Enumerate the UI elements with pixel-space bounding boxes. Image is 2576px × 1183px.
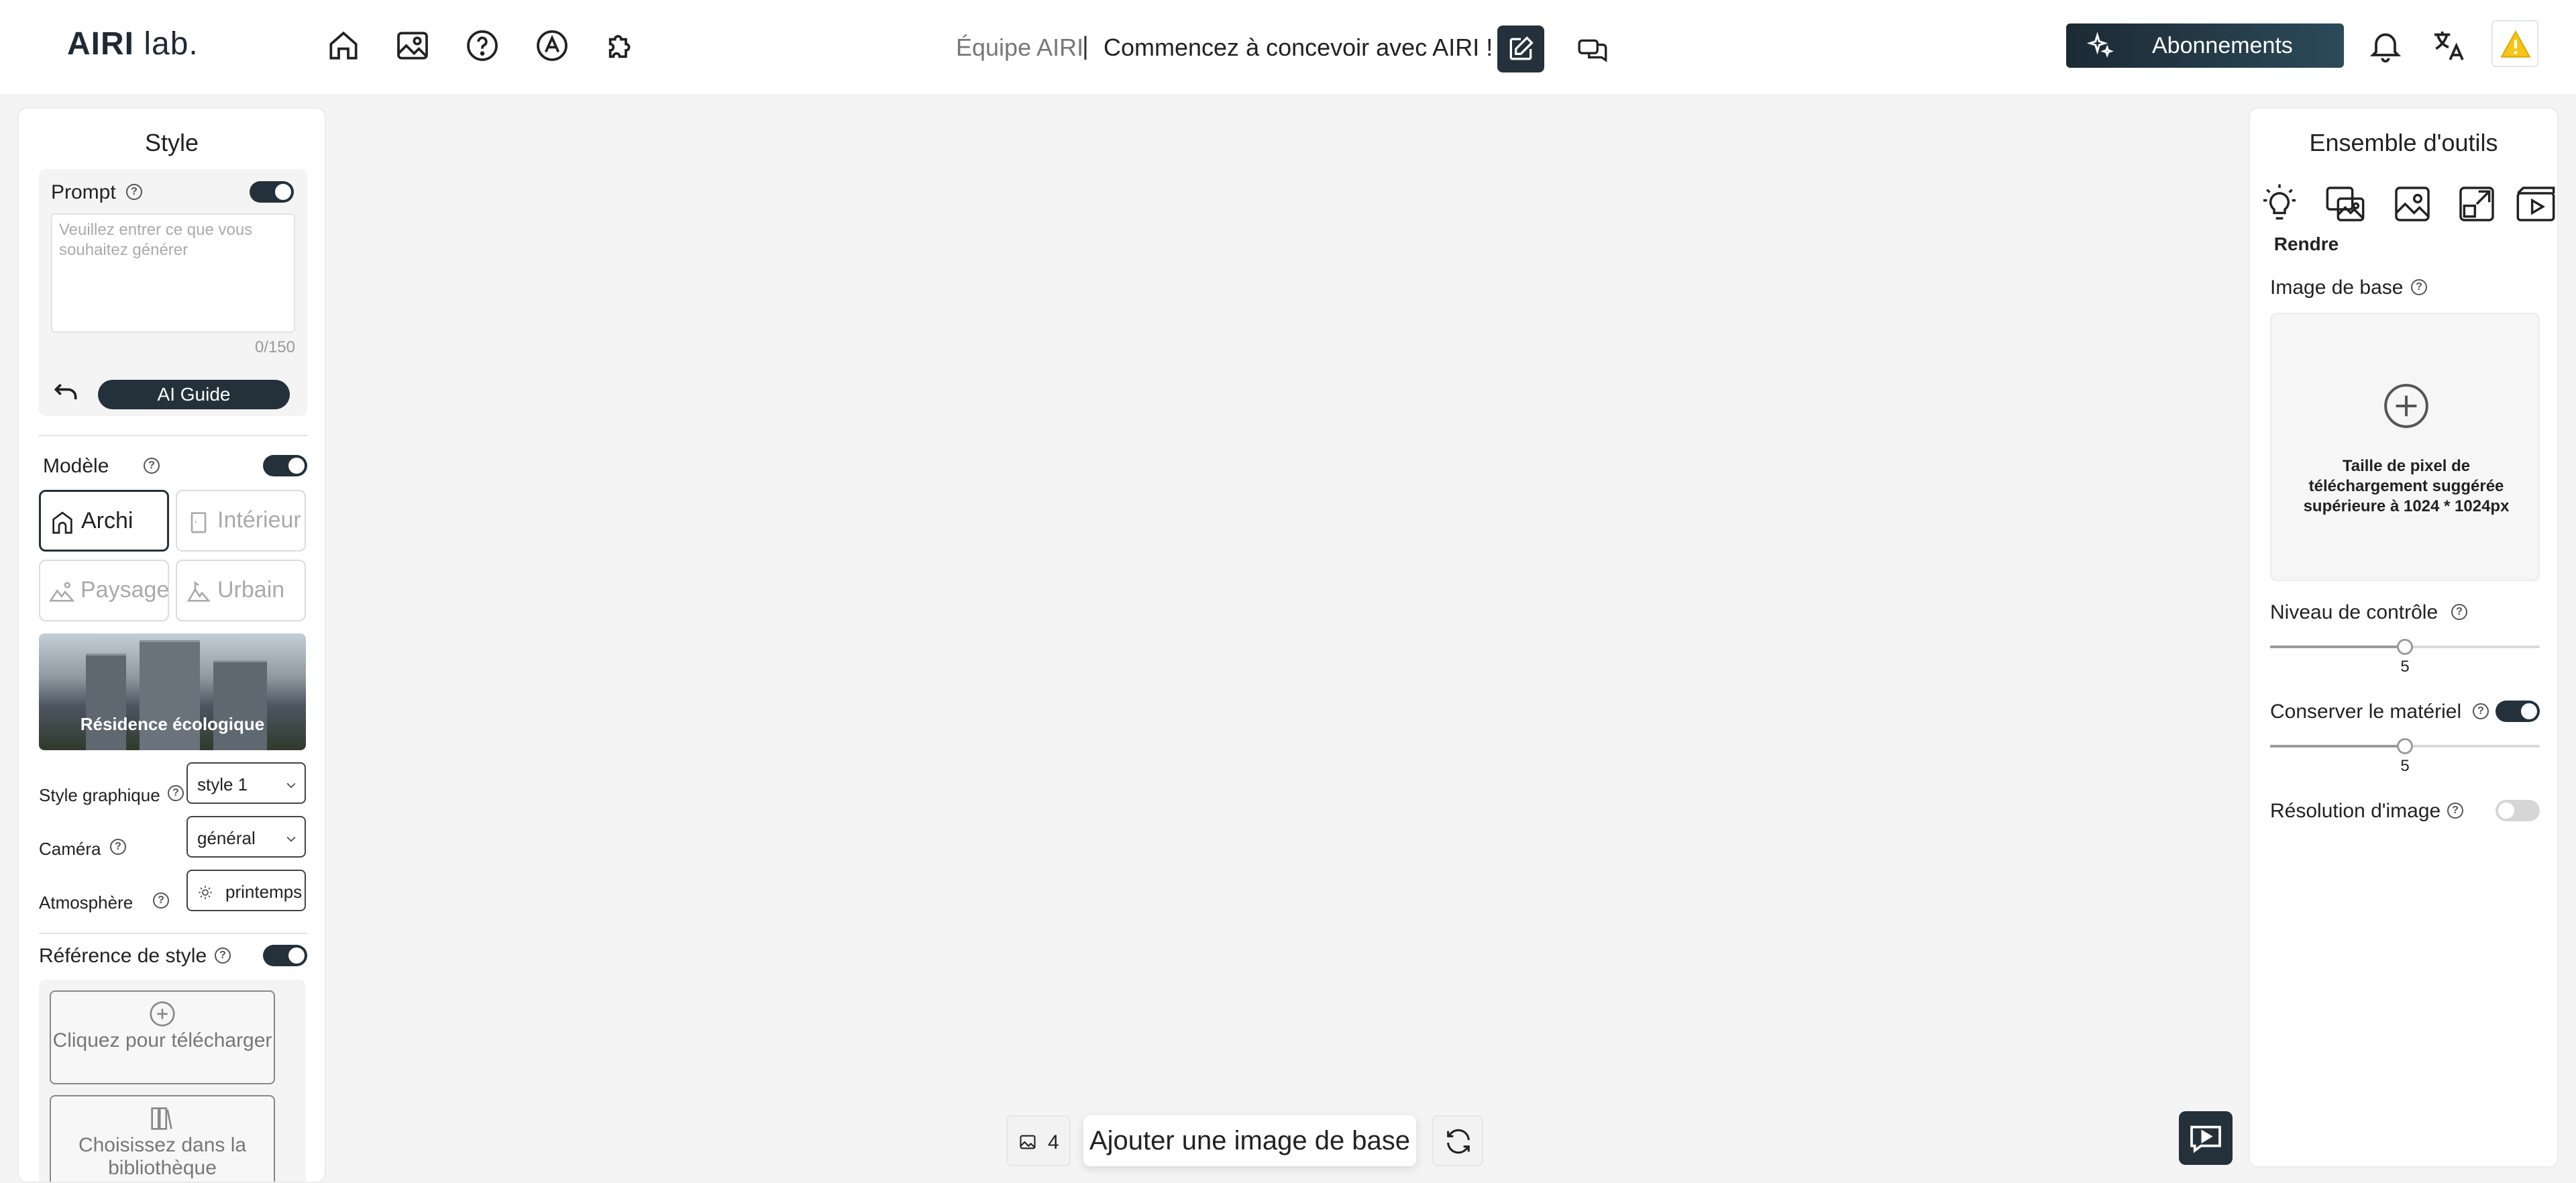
upload-hint: Taille de pixel de téléchargement suggér… [2303,457,2510,515]
render-icon[interactable] [2324,183,2367,225]
video-chat-icon [2190,1125,2221,1153]
edit-button[interactable] [1497,25,1544,72]
help-icon[interactable]: ? [168,785,184,801]
style-card-image[interactable]: Résidence écologique [39,633,306,750]
help-icon[interactable]: ? [144,458,160,474]
prompt-counter: 0/150 [254,338,295,356]
ai-icon[interactable] [533,27,571,64]
arch-icon [52,511,72,534]
help-icon[interactable]: ? [2411,279,2427,295]
urban-icon [186,581,211,602]
style-reference-toggle[interactable] [263,945,307,966]
model-landscape-button[interactable]: Paysage [39,560,169,621]
translate-icon[interactable] [2430,27,2467,64]
help-icon[interactable]: ? [2447,803,2463,819]
library-icon [151,1107,172,1130]
camera-select[interactable]: général [186,816,306,858]
divider [39,435,307,436]
style-reference-upload: Cliquez pour télécharger Choisissez dans… [39,980,306,1182]
sun-icon [199,886,212,899]
tutorial-video-button[interactable] [2179,1111,2233,1165]
keep-material-slider[interactable] [2270,738,2540,754]
chat-icon[interactable] [1576,34,1610,67]
plus-circle-icon [2384,384,2428,428]
team-name: Équipe AIRI [956,34,1084,61]
toolset-panel: Ensemble d'outils Rendre Image de base ?… [2249,107,2559,1168]
control-level-value: 5 [2400,658,2410,676]
help-icon[interactable]: ? [110,839,126,855]
upload-button[interactable]: Cliquez pour télécharger [50,990,275,1084]
model-archi-button[interactable]: Archi [39,490,169,552]
bulb-icon[interactable] [2258,183,2301,225]
app-logo[interactable]: AIRI lab. [67,25,199,62]
chevron-down-icon [286,782,296,788]
library-button[interactable]: Choisissez dans la bibliothèque [50,1095,275,1182]
graphic-style-label: Style graphique [39,785,160,805]
prompt-input[interactable]: Veuillez entrer ce que vous souhaitez gé… [51,213,295,333]
plus-circle-icon [150,1001,175,1027]
model-label: Modèle [43,455,109,477]
building-shape [86,654,126,750]
prompt-label: Prompt [51,181,116,203]
plugin-icon[interactable] [602,27,640,64]
image-icon[interactable] [2391,183,2434,225]
keep-material-value: 5 [2400,757,2410,775]
graphic-style-select[interactable]: style 1 [186,762,306,804]
expand-icon[interactable] [2455,183,2498,225]
image-resolution-toggle[interactable] [2496,800,2540,821]
image-resolution-label: Résolution d'image [2270,800,2441,822]
landscape-icon [48,582,75,602]
video-icon[interactable] [2514,183,2557,225]
header-separator: | [1082,32,1089,60]
slider-knob[interactable] [2397,738,2413,754]
help-icon[interactable] [464,27,501,64]
style-card-label: Résidence écologique [80,714,265,734]
ai-guide-button[interactable]: AI Guide [98,380,290,409]
interior-icon [191,512,207,533]
top-bar: AIRI lab. Équipe AIRI | Commencez à conc… [0,0,2576,94]
subscriptions-button[interactable]: Abonnements [2066,23,2344,68]
help-icon[interactable]: ? [2473,703,2489,719]
toolset-title: Ensemble d'outils [2309,129,2498,156]
warning-icon[interactable] [2491,20,2538,67]
atmosphere-select[interactable]: printemps [186,870,306,911]
base-image-upload[interactable]: Taille de pixel de téléchargement suggér… [2270,313,2540,581]
subscriptions-label: Abonnements [2152,33,2293,58]
help-icon[interactable]: ? [126,184,142,200]
prompt-toggle[interactable] [250,181,294,203]
bell-icon[interactable] [2367,27,2404,64]
building-shape [213,660,267,750]
image-count-badge[interactable]: 4 [1006,1115,1071,1166]
control-level-label: Niveau de contrôle [2270,601,2438,623]
divider [39,933,307,934]
keep-material-toggle[interactable] [2496,701,2540,722]
help-icon[interactable]: ? [153,892,169,909]
page-headline: Commencez à concevoir avec AIRI ! [1104,34,1493,61]
undo-icon[interactable] [51,378,80,408]
home-icon[interactable] [325,27,362,64]
style-panel: Style Prompt ? Veuillez entrer ce que vo… [17,107,326,1183]
slider-knob[interactable] [2397,639,2413,655]
base-image-label: Image de base [2270,276,2404,299]
camera-label: Caméra [39,839,101,859]
keep-material-label: Conserver le matériel [2270,701,2462,723]
model-toggle[interactable] [263,455,307,476]
help-icon[interactable]: ? [2451,604,2467,620]
prompt-section: Prompt ? Veuillez entrer ce que vous sou… [39,169,307,416]
model-interior-button[interactable]: Intérieur [176,490,306,552]
add-base-image-button[interactable]: Ajouter une image de base [1083,1115,1416,1166]
gallery-icon[interactable] [394,27,431,64]
active-tool-label: Rendre [2273,234,2339,254]
help-icon[interactable]: ? [215,947,231,964]
control-level-slider[interactable] [2270,639,2540,655]
image-icon [1020,1135,1036,1149]
atmosphere-label: Atmosphère [39,892,133,913]
refresh-icon[interactable] [1432,1115,1483,1166]
model-urban-button[interactable]: Urbain [176,560,306,621]
style-panel-title: Style [144,129,199,156]
style-reference-label: Référence de style [39,945,207,967]
sparkle-icon [2086,32,2114,58]
chevron-down-icon [286,836,296,842]
